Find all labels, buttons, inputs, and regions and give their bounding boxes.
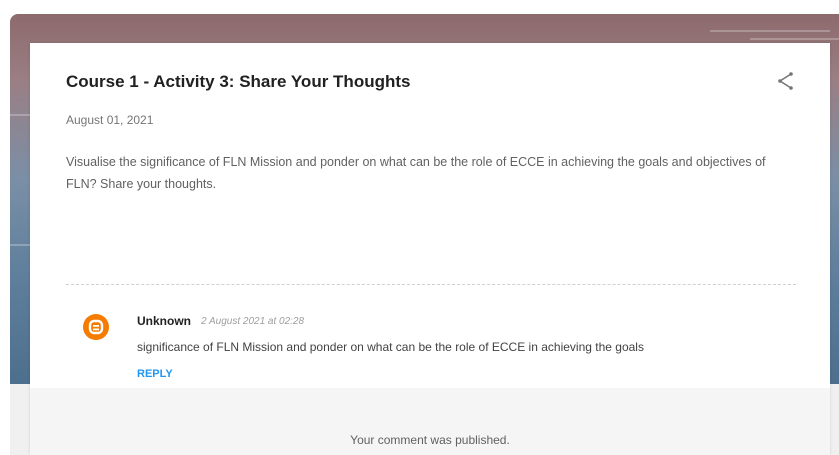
avatar [83, 314, 109, 340]
comment-status-area: Your comment was published. [30, 388, 830, 455]
comment-author[interactable]: Unknown [137, 314, 191, 328]
comments-divider [66, 284, 796, 285]
post-body: Visualise the significance of FLN Missio… [66, 155, 766, 191]
share-button[interactable] [774, 69, 798, 93]
post-title: Course 1 - Activity 3: Share Your Though… [66, 72, 411, 91]
post-date: August 01, 2021 [66, 113, 154, 127]
comment-text: significance of FLN Mission and ponder o… [137, 340, 644, 354]
comment-timestamp[interactable]: 2 August 2021 at 02:28 [201, 316, 304, 327]
blogger-icon [83, 314, 109, 340]
share-icon [778, 72, 793, 90]
post-card: Course 1 - Activity 3: Share Your Though… [30, 43, 830, 455]
published-message: Your comment was published. [350, 433, 510, 447]
reply-link[interactable]: REPLY [137, 368, 173, 380]
